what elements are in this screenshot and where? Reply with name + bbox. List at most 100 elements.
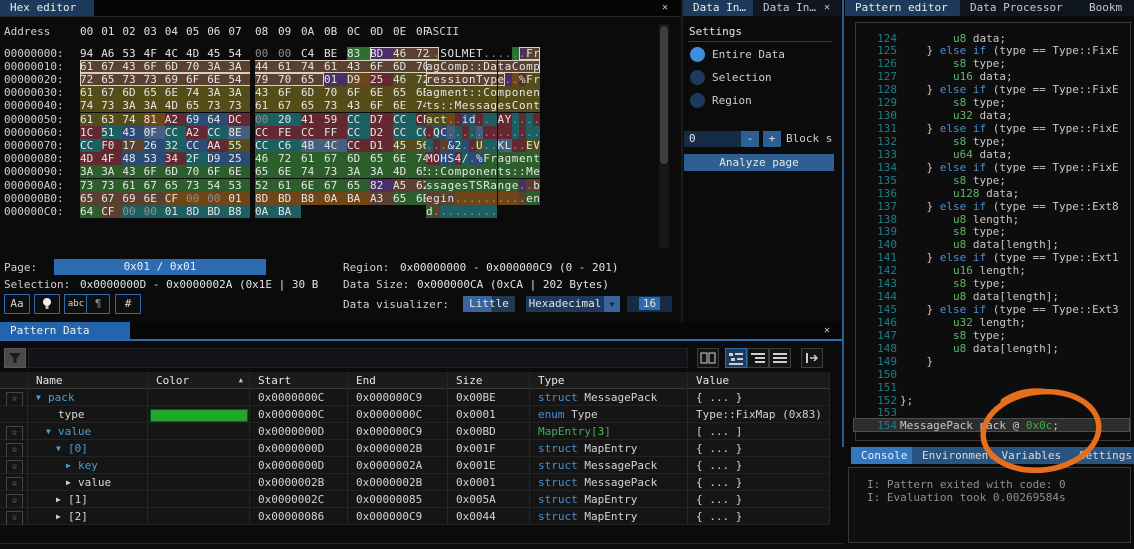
hex-byte[interactable]: 6D	[393, 60, 416, 73]
ascii-char[interactable]: U	[476, 139, 483, 152]
star-icon[interactable]: ☆	[6, 494, 23, 508]
filter-input[interactable]	[28, 348, 688, 368]
ascii-char[interactable]: b	[533, 179, 540, 192]
ascii-char[interactable]: s	[462, 179, 469, 192]
hex-byte[interactable]: 59	[324, 113, 347, 126]
ascii-char[interactable]: H	[440, 152, 447, 165]
flat-view-button[interactable]	[769, 348, 791, 368]
tree-view-button[interactable]	[747, 348, 769, 368]
ascii-char[interactable]: .	[519, 179, 526, 192]
hex-byte[interactable]: CC	[393, 126, 416, 139]
radio-region[interactable]	[690, 93, 705, 108]
hex-byte[interactable]: 01	[228, 192, 249, 205]
chevron-expanded-icon[interactable]: ▼	[56, 440, 68, 457]
ascii-char[interactable]: S	[447, 152, 454, 165]
hex-byte[interactable]: FF	[324, 126, 347, 139]
ascii-char[interactable]: L	[505, 139, 512, 152]
hex-byte[interactable]: 25	[370, 73, 393, 86]
ascii-char[interactable]: a	[498, 152, 505, 165]
ascii-char[interactable]: .	[490, 205, 497, 218]
ascii-char[interactable]: R	[483, 179, 490, 192]
hex-byte[interactable]: 43	[122, 126, 143, 139]
hex-byte[interactable]: 65	[144, 86, 165, 99]
page-progressbar[interactable]: 0x01 / 0x01	[54, 259, 266, 275]
hex-byte[interactable]: 70	[278, 73, 301, 86]
hex-byte[interactable]: 34	[165, 152, 186, 165]
ascii-char[interactable]: o	[462, 73, 469, 86]
hex-byte[interactable]: 44	[255, 60, 278, 73]
hex-byte[interactable]: BD	[370, 47, 393, 60]
filter-button[interactable]	[4, 348, 26, 368]
ascii-char[interactable]: .	[469, 152, 476, 165]
ascii-char[interactable]: T	[476, 47, 483, 60]
ascii-char[interactable]: p	[505, 86, 512, 99]
table-header-cell[interactable]: Name	[28, 372, 148, 389]
ascii-char[interactable]: e	[498, 99, 505, 112]
ascii-char[interactable]: %	[519, 73, 526, 86]
hex-byte[interactable]: 55	[228, 139, 249, 152]
ascii-char[interactable]: t	[462, 86, 469, 99]
hex-byte[interactable]: 64	[207, 113, 228, 126]
color-swatch[interactable]	[150, 409, 248, 422]
hex-byte[interactable]: D2	[370, 126, 393, 139]
hex-byte[interactable]: 69	[165, 73, 186, 86]
ascii-char[interactable]: s	[476, 99, 483, 112]
hex-byte[interactable]: 74	[80, 99, 101, 112]
ascii-char[interactable]: .	[526, 113, 533, 126]
hex-byte[interactable]: 8D	[255, 192, 278, 205]
ascii-char[interactable]: :	[519, 165, 526, 178]
hex-byte[interactable]: 00	[255, 47, 278, 60]
ascii-char[interactable]: .	[519, 113, 526, 126]
bookmark-star-cell[interactable]: ☆	[0, 389, 28, 406]
ascii-char[interactable]: r	[426, 73, 433, 86]
hex-byte[interactable]: 69	[186, 113, 207, 126]
ascii-char[interactable]: :	[469, 86, 476, 99]
hex-byte[interactable]: 73	[80, 179, 101, 192]
hex-byte[interactable]: 61	[80, 86, 101, 99]
hex-byte[interactable]: C4	[301, 47, 324, 60]
format-select-arrow[interactable]: ▼	[604, 296, 620, 312]
table-header-cell[interactable]	[0, 372, 28, 389]
line-number[interactable]: 142	[857, 264, 897, 277]
hex-byte[interactable]: D9	[347, 73, 370, 86]
hex-byte[interactable]: CC	[255, 139, 278, 152]
ascii-char[interactable]: o	[512, 86, 519, 99]
hex-byte[interactable]: 3A	[101, 165, 122, 178]
hex-byte[interactable]: 1C	[80, 126, 101, 139]
ascii-char[interactable]: M	[462, 47, 469, 60]
ascii-char[interactable]: a	[490, 179, 497, 192]
hex-byte[interactable]: 73	[101, 99, 122, 112]
ascii-char[interactable]: .	[512, 47, 519, 60]
ascii-char[interactable]: n	[533, 86, 540, 99]
ascii-char[interactable]: .	[526, 179, 533, 192]
hex-byte[interactable]: AA	[207, 139, 228, 152]
ascii-char[interactable]: K	[498, 139, 505, 152]
chevron-collapsed-icon[interactable]: ▶	[66, 457, 78, 474]
hex-byte[interactable]: 48	[122, 152, 143, 165]
ascii-char[interactable]: e	[483, 165, 490, 178]
hex-byte[interactable]: 4C	[324, 139, 347, 152]
ascii-char[interactable]: O	[447, 47, 454, 60]
hex-byte[interactable]: 54	[228, 73, 249, 86]
star-icon[interactable]: ☆	[6, 511, 23, 525]
ascii-char[interactable]: %	[476, 152, 483, 165]
hex-byte[interactable]: 73	[207, 99, 228, 112]
ascii-char[interactable]: :	[447, 99, 454, 112]
ascii-char[interactable]: .	[426, 126, 433, 139]
hex-byte[interactable]: 6F	[370, 60, 393, 73]
ascii-char[interactable]: .	[462, 126, 469, 139]
ascii-char[interactable]: .	[476, 126, 483, 139]
ascii-char[interactable]: .	[519, 139, 526, 152]
ascii-char[interactable]: C	[512, 60, 519, 73]
line-number[interactable]: 137	[857, 200, 897, 213]
table-header-cell[interactable]: Start	[250, 372, 348, 389]
hex-scrollbar-thumb[interactable]	[660, 26, 668, 164]
pattern-name-cell[interactable]: ▶value	[28, 474, 148, 491]
line-number[interactable]: 147	[857, 329, 897, 342]
hex-byte[interactable]: 65	[255, 165, 278, 178]
hex-byte[interactable]: BE	[324, 47, 347, 60]
ascii-char[interactable]: .	[505, 73, 512, 86]
line-number[interactable]: 133	[857, 148, 897, 161]
hex-byte[interactable]: 73	[101, 179, 122, 192]
hex-byte[interactable]: 46	[255, 152, 278, 165]
